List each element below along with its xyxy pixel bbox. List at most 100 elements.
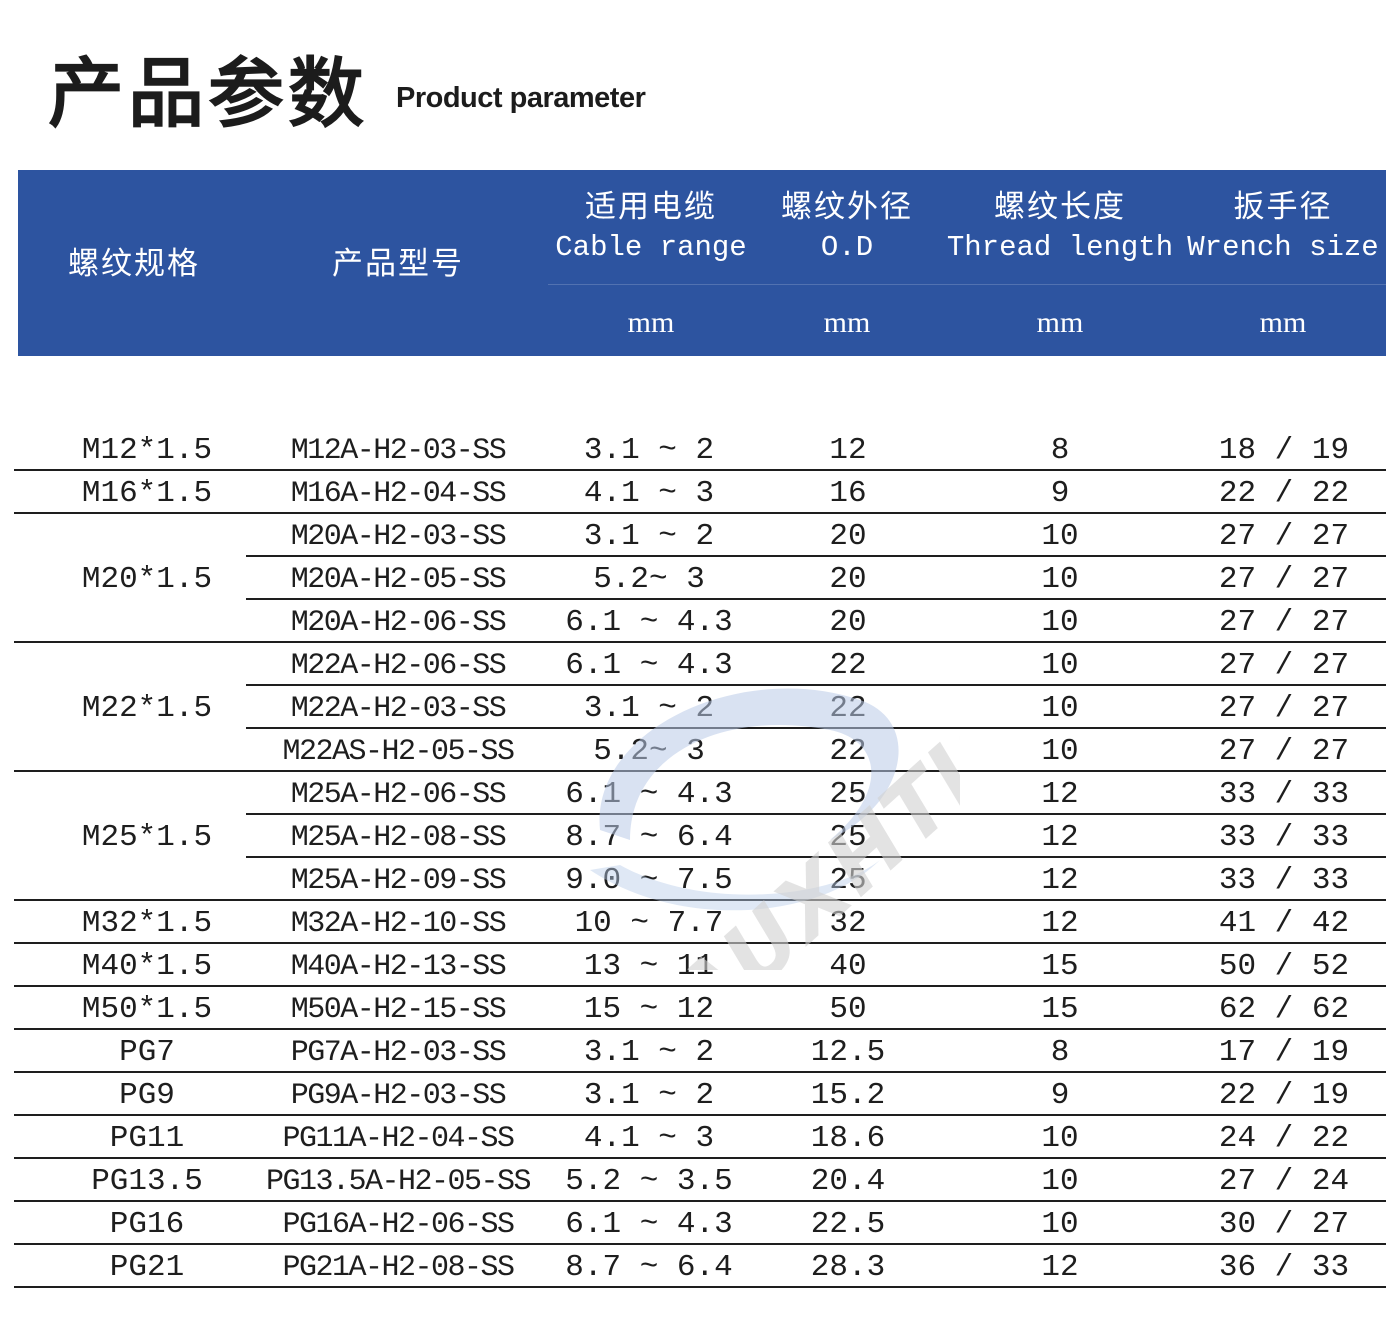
table-row: PG11A-H2-04-SS 4.1 ~ 3 18.6 10 24 / 22 (14, 1116, 1386, 1159)
thread-length-cell: 10 (1041, 734, 1079, 769)
header-od: 螺纹外径 O.D mm (772, 192, 922, 356)
cable-range-cell: 4.1 ~ 3 (583, 1121, 715, 1156)
thread-length-cell: 8 (1050, 1035, 1070, 1070)
model-cell: M25A-H2-09-SS (290, 864, 507, 898)
table-row: PG13.5A-H2-05-SS 5.2 ~ 3.5 20.4 10 27 / 24 (14, 1159, 1386, 1202)
wrench-size-cell: 62 / 62 (1218, 992, 1350, 1027)
cable-range-cell: 3.1 ~ 2 (583, 433, 715, 468)
model-cell: PG13.5A-H2-05-SS (265, 1165, 532, 1199)
outer-diameter-cell: 32 (829, 906, 867, 941)
cable-range-cell: 5.2~ 3 (593, 562, 705, 597)
header-tl-zh: 螺纹长度 (994, 189, 1126, 225)
model-cell: M22AS-H2-05-SS (282, 735, 515, 769)
header-model: 产品型号 (258, 249, 538, 280)
thread-length-cell: 12 (1041, 1250, 1079, 1285)
table-row: PG9A-H2-03-SS 3.1 ~ 2 15.2 9 22 / 19 (14, 1073, 1386, 1116)
wrench-size-cell: 27 / 27 (1218, 734, 1350, 769)
table-body: M12*1.5 M12A-H2-03-SS 3.1 ~ 2 12 8 18 / 19 M16… (14, 428, 1386, 1288)
outer-diameter-cell: 16 (829, 476, 867, 511)
model-cell: M12A-H2-03-SS (290, 434, 507, 468)
outer-diameter-cell: 12.5 (810, 1035, 886, 1070)
header-cable-en: Cable range (555, 231, 747, 264)
thread-length-cell: 10 (1041, 605, 1079, 640)
cable-range-cell: 10 ~ 7.7 (574, 906, 724, 941)
model-cell: M40A-H2-13-SS (290, 950, 507, 984)
header-tl-unit: mm (1036, 306, 1084, 339)
model-cell: M20A-H2-06-SS (290, 606, 507, 640)
header-od-zh: 螺纹外径 (781, 189, 913, 225)
model-cell: M20A-H2-03-SS (290, 520, 507, 554)
cable-range-cell: 6.1 ~ 4.3 (565, 1207, 733, 1242)
header-tl-en: Thread length (946, 231, 1174, 264)
wrench-size-cell: 27 / 27 (1218, 648, 1350, 683)
cable-range-cell: 5.2 ~ 3.5 (565, 1164, 733, 1199)
outer-diameter-cell: 20.4 (810, 1164, 886, 1199)
wrench-size-cell: 24 / 22 (1218, 1121, 1350, 1156)
cable-range-cell: 8.7 ~ 6.4 (565, 1250, 733, 1285)
model-cell: PG11A-H2-04-SS (282, 1122, 515, 1156)
page-title: 产品参数 (48, 49, 368, 138)
thread-length-cell: 10 (1041, 519, 1079, 554)
outer-diameter-cell: 25 (829, 777, 867, 812)
outer-diameter-cell: 20 (829, 562, 867, 597)
cable-range-cell: 4.1 ~ 3 (583, 476, 715, 511)
table-row: M22AS-H2-05-SS 5.2~ 3 22 10 27 / 27 (14, 729, 1386, 772)
outer-diameter-cell: 40 (829, 949, 867, 984)
table-row: M50A-H2-15-SS 15 ~ 12 50 15 62 / 62 (14, 987, 1386, 1030)
thread-length-cell: 12 (1041, 863, 1079, 898)
model-cell: PG9A-H2-03-SS (290, 1079, 507, 1113)
thread-length-cell: 15 (1041, 949, 1079, 984)
wrench-size-cell: 50 / 52 (1218, 949, 1350, 984)
model-cell: M20A-H2-05-SS (290, 563, 507, 597)
thread-length-cell: 9 (1050, 1078, 1070, 1113)
model-cell: M16A-H2-04-SS (290, 477, 507, 511)
cable-range-cell: 6.1 ~ 4.3 (565, 648, 733, 683)
header-spec-label: 螺纹规格 (68, 246, 200, 282)
wrench-size-cell: 33 / 33 (1218, 863, 1350, 898)
thread-length-cell: 9 (1050, 476, 1070, 511)
cable-range-cell: 3.1 ~ 2 (583, 519, 715, 554)
header-wrench-size: 扳手径 Wrench size mm (1184, 192, 1382, 356)
wrench-size-cell: 27 / 27 (1218, 562, 1350, 597)
model-cell: PG16A-H2-06-SS (282, 1208, 515, 1242)
wrench-size-cell: 22 / 22 (1218, 476, 1350, 511)
wrench-size-cell: 33 / 33 (1218, 820, 1350, 855)
outer-diameter-cell: 20 (829, 519, 867, 554)
model-cell: M22A-H2-03-SS (290, 692, 507, 726)
model-cell: M25A-H2-06-SS (290, 778, 507, 812)
outer-diameter-cell: 25 (829, 820, 867, 855)
wrench-size-cell: 18 / 19 (1218, 433, 1350, 468)
thread-length-cell: 10 (1041, 562, 1079, 597)
table-row: PG21A-H2-08-SS 8.7 ~ 6.4 28.3 12 36 / 33 (14, 1245, 1386, 1288)
outer-diameter-cell: 15.2 (810, 1078, 886, 1113)
cable-range-cell: 3.1 ~ 2 (583, 1078, 715, 1113)
header-od-unit: mm (823, 306, 871, 339)
thread-length-cell: 10 (1041, 691, 1079, 726)
header-ws-unit: mm (1259, 306, 1307, 339)
outer-diameter-cell: 18.6 (810, 1121, 886, 1156)
thread-length-cell: 12 (1041, 777, 1079, 812)
table-row: M22A-H2-06-SS 6.1 ~ 4.3 22 10 27 / 27 (14, 643, 1386, 686)
table-row: M12A-H2-03-SS 3.1 ~ 2 12 8 18 / 19 (14, 428, 1386, 471)
cable-range-cell: 3.1 ~ 2 (583, 691, 715, 726)
row-divider (14, 1286, 1386, 1288)
cable-range-cell: 5.2~ 3 (593, 734, 705, 769)
outer-diameter-cell: 22 (829, 691, 867, 726)
thread-length-cell: 8 (1050, 433, 1070, 468)
table-row: M40A-H2-13-SS 13 ~ 11 40 15 50 / 52 (14, 944, 1386, 987)
model-cell: PG7A-H2-03-SS (290, 1036, 507, 1070)
table-row: PG7A-H2-03-SS 3.1 ~ 2 12.5 8 17 / 19 (14, 1030, 1386, 1073)
wrench-size-cell: 27 / 24 (1218, 1164, 1350, 1199)
wrench-size-cell: 41 / 42 (1218, 906, 1350, 941)
header-cable-zh: 适用电缆 (585, 189, 717, 225)
cable-range-cell: 3.1 ~ 2 (583, 1035, 715, 1070)
model-cell: M22A-H2-06-SS (290, 649, 507, 683)
cable-range-cell: 13 ~ 11 (583, 949, 715, 984)
thread-length-cell: 12 (1041, 906, 1079, 941)
thread-length-cell: 10 (1041, 1164, 1079, 1199)
model-cell: M32A-H2-10-SS (290, 907, 507, 941)
table-row: M20A-H2-03-SS 3.1 ~ 2 20 10 27 / 27 (14, 514, 1386, 557)
outer-diameter-cell: 50 (829, 992, 867, 1027)
cable-range-cell: 15 ~ 12 (583, 992, 715, 1027)
outer-diameter-cell: 28.3 (810, 1250, 886, 1285)
